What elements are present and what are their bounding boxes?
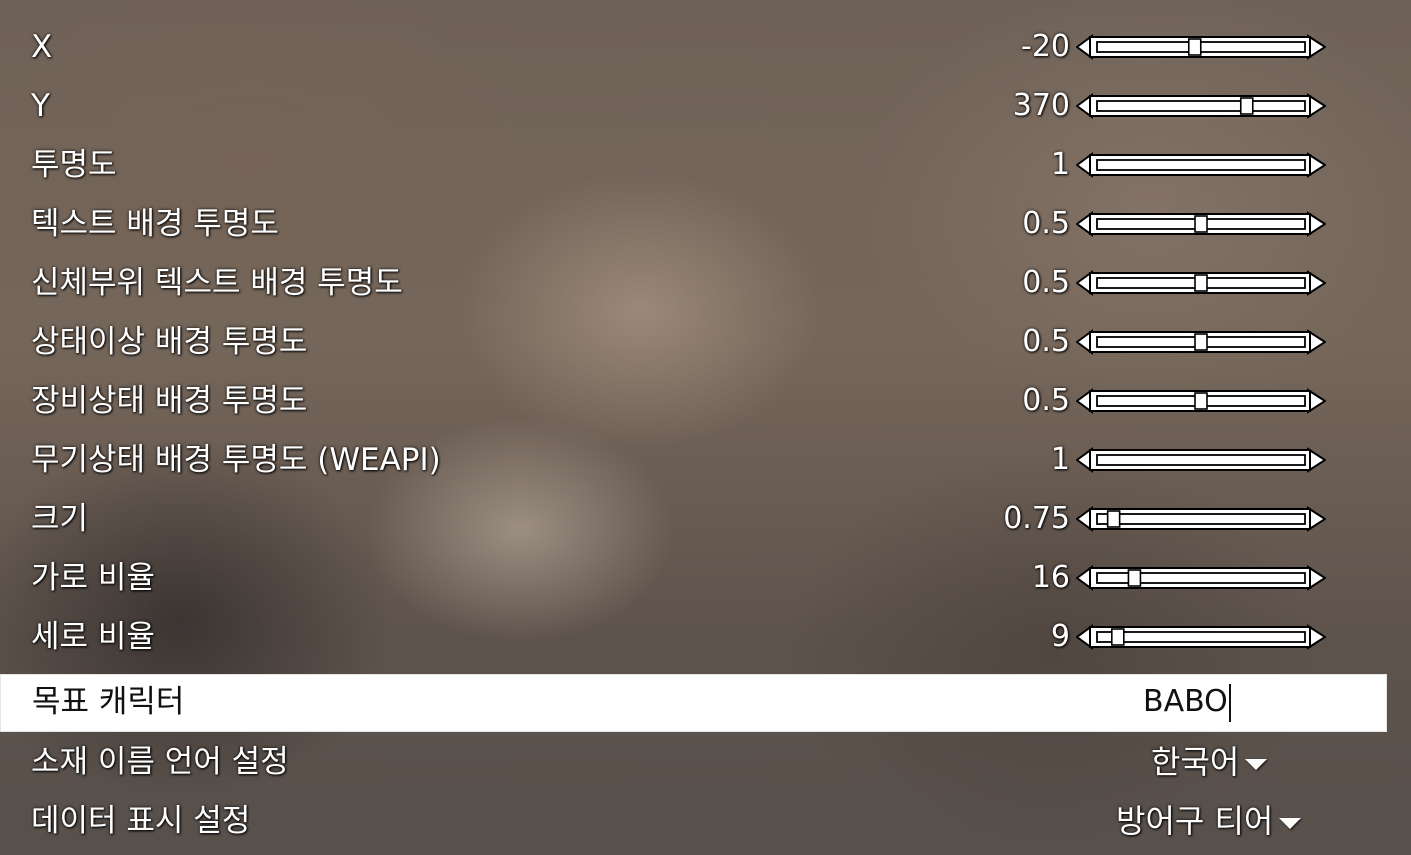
setting-row-material-language[interactable]: 소재 이름 언어 설정 한국어 — [0, 733, 1411, 792]
setting-row-text-bg-opacity[interactable]: 텍스트 배경 투명도 0.5 — [0, 195, 1411, 254]
slider-text-bg-opacity[interactable] — [1076, 211, 1326, 237]
slider-thumb — [1110, 628, 1125, 646]
slider-thumb — [1194, 215, 1208, 233]
slider-groove — [1096, 631, 1306, 643]
setting-label: 세로 비율 — [31, 619, 155, 655]
setting-row-target-character[interactable]: 목표 캐릭터 BABO — [0, 674, 1387, 732]
setting-label: 신체부위 텍스트 배경 투명도 — [31, 265, 403, 301]
setting-label: 크기 — [31, 501, 89, 537]
setting-value: 0.5 — [1022, 383, 1070, 418]
setting-row-data-display[interactable]: 데이터 표시 설정 방어구 티어 — [0, 792, 1411, 851]
setting-value: 9 — [1050, 619, 1070, 654]
slider-thumb — [1127, 569, 1142, 587]
slider-vertical-ratio[interactable] — [1076, 624, 1326, 650]
slider-x[interactable] — [1076, 34, 1326, 60]
slider-status-bg-opacity[interactable] — [1076, 329, 1326, 355]
data-display-dropdown[interactable]: 방어구 티어 — [1116, 800, 1302, 842]
slider-equipment-bg-opacity[interactable] — [1076, 388, 1326, 414]
target-character-value: BABO — [1143, 684, 1228, 719]
slider-thumb — [1194, 333, 1208, 351]
setting-row-weapon-bg-opacity[interactable]: 무기상태 배경 투명도 (WEAPI) 1 — [0, 431, 1411, 490]
slider-y[interactable] — [1076, 93, 1326, 119]
slider-groove — [1096, 513, 1306, 525]
chevron-down-icon — [1279, 817, 1302, 829]
setting-label: 장비상태 배경 투명도 — [31, 383, 308, 419]
slider-thumb — [1239, 97, 1254, 115]
slider-thumb — [1194, 274, 1208, 292]
setting-row-status-bg-opacity[interactable]: 상태이상 배경 투명도 0.5 — [0, 313, 1411, 372]
setting-label: 무기상태 배경 투명도 (WEAPI) — [31, 442, 441, 478]
dropdown-value: 한국어 — [1151, 743, 1240, 781]
setting-label: 소재 이름 언어 설정 — [31, 744, 289, 780]
setting-label: 텍스트 배경 투명도 — [31, 206, 279, 242]
setting-row-vertical-ratio[interactable]: 세로 비율 9 — [0, 608, 1411, 667]
text-caret — [1228, 683, 1231, 722]
setting-value: 0.5 — [1022, 324, 1070, 359]
slider-fill — [1098, 456, 1304, 464]
slider-groove — [1096, 100, 1306, 112]
slider-size[interactable] — [1076, 506, 1326, 532]
slider-horizontal-ratio[interactable] — [1076, 565, 1326, 591]
setting-row-bodypart-text-bg-opacity[interactable]: 신체부위 텍스트 배경 투명도 0.5 — [0, 254, 1411, 313]
slider-thumb — [1187, 38, 1202, 56]
setting-value: 0.5 — [1022, 206, 1070, 241]
setting-row-x[interactable]: X -20 — [0, 18, 1411, 77]
setting-value: 1 — [1050, 147, 1070, 182]
slider-thumb — [1194, 392, 1208, 410]
slider-fill — [1098, 161, 1304, 169]
setting-value: 0.75 — [1003, 501, 1070, 536]
settings-panel: X -20 Y 370 투명도 1 텍스트 배경 투명도 0.5 신체부위 텍스… — [0, 0, 1411, 855]
setting-label: 투명도 — [31, 147, 117, 183]
slider-weapon-bg-opacity[interactable] — [1076, 447, 1326, 473]
setting-label: 가로 비율 — [31, 560, 155, 596]
setting-label: 상태이상 배경 투명도 — [31, 324, 308, 360]
material-language-dropdown[interactable]: 한국어 — [1151, 741, 1268, 783]
setting-row-equipment-bg-opacity[interactable]: 장비상태 배경 투명도 0.5 — [0, 372, 1411, 431]
setting-label: Y — [31, 88, 50, 124]
setting-value: 370 — [1012, 88, 1070, 123]
target-character-input[interactable]: BABO — [1143, 681, 1231, 723]
setting-value: 1 — [1050, 442, 1070, 477]
setting-row-opacity[interactable]: 투명도 1 — [0, 136, 1411, 195]
slider-bodypart-text-bg-opacity[interactable] — [1076, 270, 1326, 296]
setting-label: 데이터 표시 설정 — [31, 803, 251, 839]
chevron-down-icon — [1245, 758, 1268, 770]
setting-value: 16 — [1031, 560, 1070, 595]
setting-label: X — [31, 29, 53, 65]
setting-label: 목표 캐릭터 — [32, 684, 185, 720]
dropdown-value: 방어구 티어 — [1116, 802, 1274, 840]
slider-thumb — [1106, 510, 1121, 528]
slider-opacity[interactable] — [1076, 152, 1326, 178]
setting-value: 0.5 — [1022, 265, 1070, 300]
setting-row-y[interactable]: Y 370 — [0, 77, 1411, 136]
setting-row-size[interactable]: 크기 0.75 — [0, 490, 1411, 549]
setting-value: -20 — [1021, 29, 1070, 64]
setting-row-horizontal-ratio[interactable]: 가로 비율 16 — [0, 549, 1411, 608]
